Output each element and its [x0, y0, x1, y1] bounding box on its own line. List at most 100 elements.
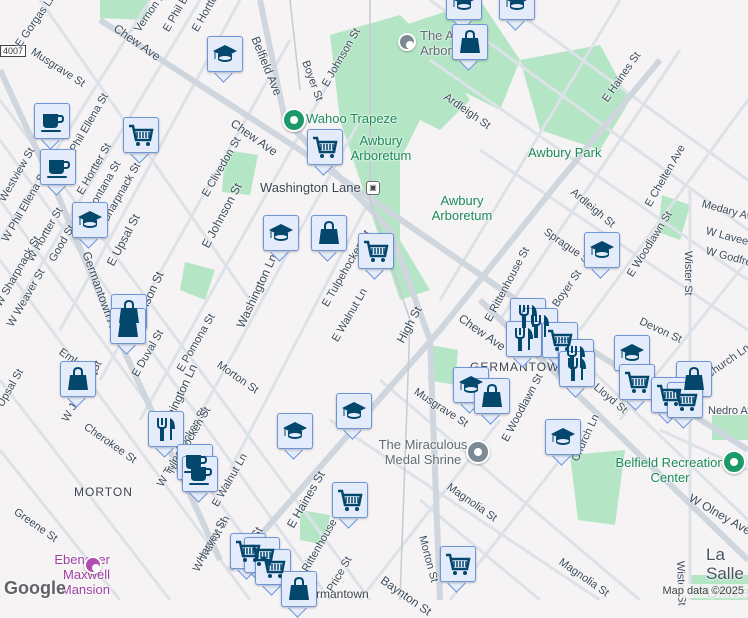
washington-lane-station-label[interactable]: Washington Lane: [260, 180, 361, 195]
education-icon: [450, 0, 478, 16]
marker-box: [110, 308, 146, 344]
education-icon: [588, 236, 616, 264]
restaurant-icon: [152, 415, 180, 443]
church-pin[interactable]: [466, 440, 490, 464]
shopping-marker[interactable]: [281, 571, 317, 617]
grocery-icon: [362, 237, 390, 265]
museum-pin[interactable]: [84, 556, 102, 574]
marker-box: [263, 215, 299, 251]
miraculous-medal-shrine-label[interactable]: The Miraculous Medal Shrine: [363, 437, 483, 467]
grocery-icon: [259, 553, 287, 581]
education-marker[interactable]: [263, 215, 299, 261]
train-station-icon[interactable]: ▣: [366, 181, 380, 195]
shopping-icon: [456, 28, 484, 56]
marker-box: [123, 117, 159, 153]
grocery-marker[interactable]: [123, 117, 159, 163]
cafe-icon: [186, 460, 214, 488]
marker-box: [40, 149, 76, 185]
awbury-arboretum-label[interactable]: Awbury Arboretum: [346, 133, 416, 163]
wahoo-trapeze-pin[interactable]: [282, 108, 306, 132]
education-icon: [211, 40, 239, 68]
restaurant-icon: [563, 355, 591, 383]
restaurant-marker[interactable]: [559, 351, 595, 397]
restaurant-marker[interactable]: [506, 321, 542, 367]
google-logo: Google: [4, 578, 66, 599]
marker-box: [667, 382, 703, 418]
cafe-icon: [44, 153, 72, 181]
grocery-icon: [127, 121, 155, 149]
street-label: Nedro Ave: [708, 405, 748, 417]
awbury-arboretum-label[interactable]: Awbury Arboretum: [427, 193, 497, 223]
marker-box: [474, 378, 510, 414]
neighborhood-morton: MORTON: [74, 485, 133, 499]
grocery-icon: [444, 550, 472, 578]
education-icon: [281, 417, 309, 445]
marker-box: [182, 456, 218, 492]
education-marker[interactable]: [277, 413, 313, 459]
grocery-marker[interactable]: [358, 233, 394, 279]
education-marker[interactable]: [336, 393, 372, 439]
marker-box: [60, 361, 96, 397]
marker-box: [614, 335, 650, 371]
street-label: Wister St: [682, 251, 694, 296]
grocery-icon: [623, 368, 651, 396]
education-icon: [267, 219, 295, 247]
shopping-marker[interactable]: [110, 308, 146, 354]
marker-box: [281, 571, 317, 607]
shopping-marker[interactable]: [474, 378, 510, 424]
marker-box: [440, 546, 476, 582]
grocery-marker[interactable]: [307, 129, 343, 175]
wahoo-trapeze-label[interactable]: Wahoo Trapeze: [306, 111, 397, 126]
marker-box: [559, 351, 595, 387]
marker-box: [332, 482, 368, 518]
cafe-marker[interactable]: [34, 103, 70, 149]
marker-box: [446, 0, 482, 20]
shopping-marker[interactable]: [311, 215, 347, 261]
belfield-recreation-center-label[interactable]: Belfield Recreation Center: [605, 455, 735, 485]
restaurant-icon: [510, 325, 538, 353]
education-marker[interactable]: [499, 0, 535, 30]
marker-box: [307, 129, 343, 165]
marker-box: [34, 103, 70, 139]
awbury-arboretum-pin[interactable]: [398, 33, 416, 51]
shopping-marker[interactable]: [452, 24, 488, 70]
shopping-icon: [285, 575, 313, 603]
belfield-pin[interactable]: [722, 450, 746, 474]
cafe-marker[interactable]: [40, 149, 76, 195]
shopping-icon: [64, 365, 92, 393]
grocery-marker[interactable]: [332, 482, 368, 528]
cafe-icon: [38, 107, 66, 135]
grocery-icon: [336, 486, 364, 514]
education-icon: [340, 397, 368, 425]
shopping-icon: [478, 382, 506, 410]
education-icon: [618, 339, 646, 367]
education-icon: [76, 206, 104, 234]
map-attribution[interactable]: Map data ©2025: [659, 584, 748, 598]
education-marker[interactable]: [545, 419, 581, 465]
cafe-marker[interactable]: [182, 456, 218, 502]
education-marker[interactable]: [207, 36, 243, 82]
marker-box: [545, 419, 581, 455]
grocery-icon: [671, 386, 699, 414]
grocery-marker[interactable]: [440, 546, 476, 592]
marker-box: [311, 215, 347, 251]
awbury-park-label[interactable]: Awbury Park: [528, 145, 601, 160]
grocery-icon: [311, 133, 339, 161]
shopping-marker[interactable]: [60, 361, 96, 407]
marker-box: [148, 411, 184, 447]
education-marker[interactable]: [72, 202, 108, 248]
marker-box: [358, 233, 394, 269]
education-icon: [503, 0, 531, 16]
marker-box: [619, 364, 655, 400]
grocery-marker[interactable]: [619, 364, 655, 410]
marker-box: [207, 36, 243, 72]
shopping-icon: [315, 219, 343, 247]
marker-box: [336, 393, 372, 429]
marker-box: [452, 24, 488, 60]
marker-box: [72, 202, 108, 238]
marker-box: [499, 0, 535, 20]
grocery-marker[interactable]: [667, 382, 703, 428]
shopping-icon: [114, 312, 142, 340]
marker-box: [277, 413, 313, 449]
education-marker[interactable]: [584, 232, 620, 278]
